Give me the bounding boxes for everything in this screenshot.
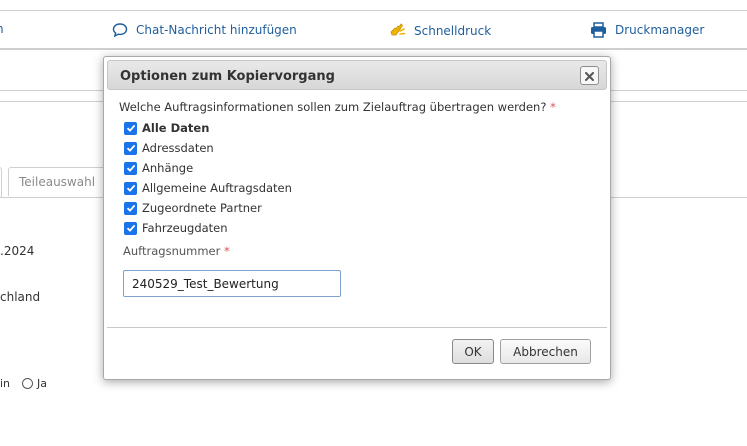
copy-options-dialog: Optionen zum Kopiervorgang Welche Auftra… [103, 56, 611, 380]
print-manager-label: Druckmanager [615, 23, 705, 37]
checkbox-checked-icon[interactable] [124, 201, 137, 215]
checkbox-attachments-label: Anhänge [142, 161, 194, 175]
dialog-separator [107, 327, 607, 328]
checkbox-address-data[interactable]: Adressdaten [124, 138, 292, 158]
checkbox-checked-icon[interactable] [124, 221, 137, 235]
required-marker: * [550, 100, 556, 114]
checkbox-assigned-partners-label: Zugeordnete Partner [142, 201, 262, 215]
radio-yes[interactable] [22, 378, 34, 389]
radio-yes-label: Ja [37, 377, 48, 390]
close-x-icon [585, 66, 594, 85]
ok-button[interactable]: OK [452, 339, 494, 364]
radio-group: in Ja [0, 377, 47, 390]
checkbox-vehicle-data[interactable]: Fahrzeugdaten [124, 218, 292, 238]
order-number-label-text: Auftragsnummer [123, 244, 221, 258]
add-chat-message-label: Chat-Nachricht hinzufügen [136, 23, 297, 37]
dialog-close-button[interactable] [580, 66, 599, 85]
checkbox-all-data[interactable]: Alle Daten [124, 118, 292, 138]
checkbox-general-order-data[interactable]: Allgemeine Auftragsdaten [124, 178, 292, 198]
toolbar-action-partial-label: n [0, 22, 4, 36]
print-manager-button[interactable]: Druckmanager [590, 22, 704, 38]
quick-print-hand-icon [388, 22, 406, 40]
checkbox-attachments[interactable]: Anhänge [124, 158, 292, 178]
country-value: chland [0, 290, 41, 304]
checkbox-vehicle-data-label: Fahrzeugdaten [142, 221, 228, 235]
copy-question: Welche Auftragsinformationen sollen zum … [119, 100, 556, 114]
cancel-button[interactable]: Abbrechen [500, 339, 591, 364]
tab-teileauswahl[interactable]: Teileauswahl [8, 167, 107, 196]
checkbox-checked-icon[interactable] [124, 181, 137, 195]
checkbox-checked-icon[interactable] [124, 141, 137, 155]
checkbox-address-data-label: Adressdaten [142, 141, 214, 155]
quick-print-button[interactable]: Schnelldruck [388, 22, 491, 40]
required-marker: * [224, 244, 230, 258]
dialog-title: Optionen zum Kopiervorgang [120, 69, 335, 84]
copy-question-text: Welche Auftragsinformationen sollen zum … [119, 100, 547, 114]
checkbox-general-order-data-label: Allgemeine Auftragsdaten [142, 181, 292, 195]
checkbox-assigned-partners[interactable]: Zugeordnete Partner [124, 198, 292, 218]
checkbox-checked-icon[interactable] [124, 161, 137, 175]
checkbox-all-data-label: Alle Daten [142, 121, 210, 135]
radio-option-no-label: in [0, 377, 11, 390]
chat-bubble-icon [112, 22, 128, 38]
toolbar-action-partial[interactable]: n [0, 22, 4, 36]
top-toolbar: n Chat-Nachricht hinzufügen Schnelldruck… [0, 10, 747, 50]
order-number-label: Auftragsnummer * [123, 244, 230, 258]
checkbox-checked-icon[interactable] [124, 121, 137, 135]
quick-print-label: Schnelldruck [414, 24, 492, 38]
printer-icon [590, 22, 607, 38]
order-number-input[interactable] [123, 270, 341, 297]
date-value: .2024 [0, 244, 35, 258]
dialog-titlebar: Optionen zum Kopiervorgang [107, 60, 607, 90]
tab-partial-left[interactable] [0, 167, 2, 197]
add-chat-message-button[interactable]: Chat-Nachricht hinzufügen [112, 22, 297, 38]
copy-options-list: Alle Daten Adressdaten Anhänge Allgemein… [124, 118, 292, 238]
